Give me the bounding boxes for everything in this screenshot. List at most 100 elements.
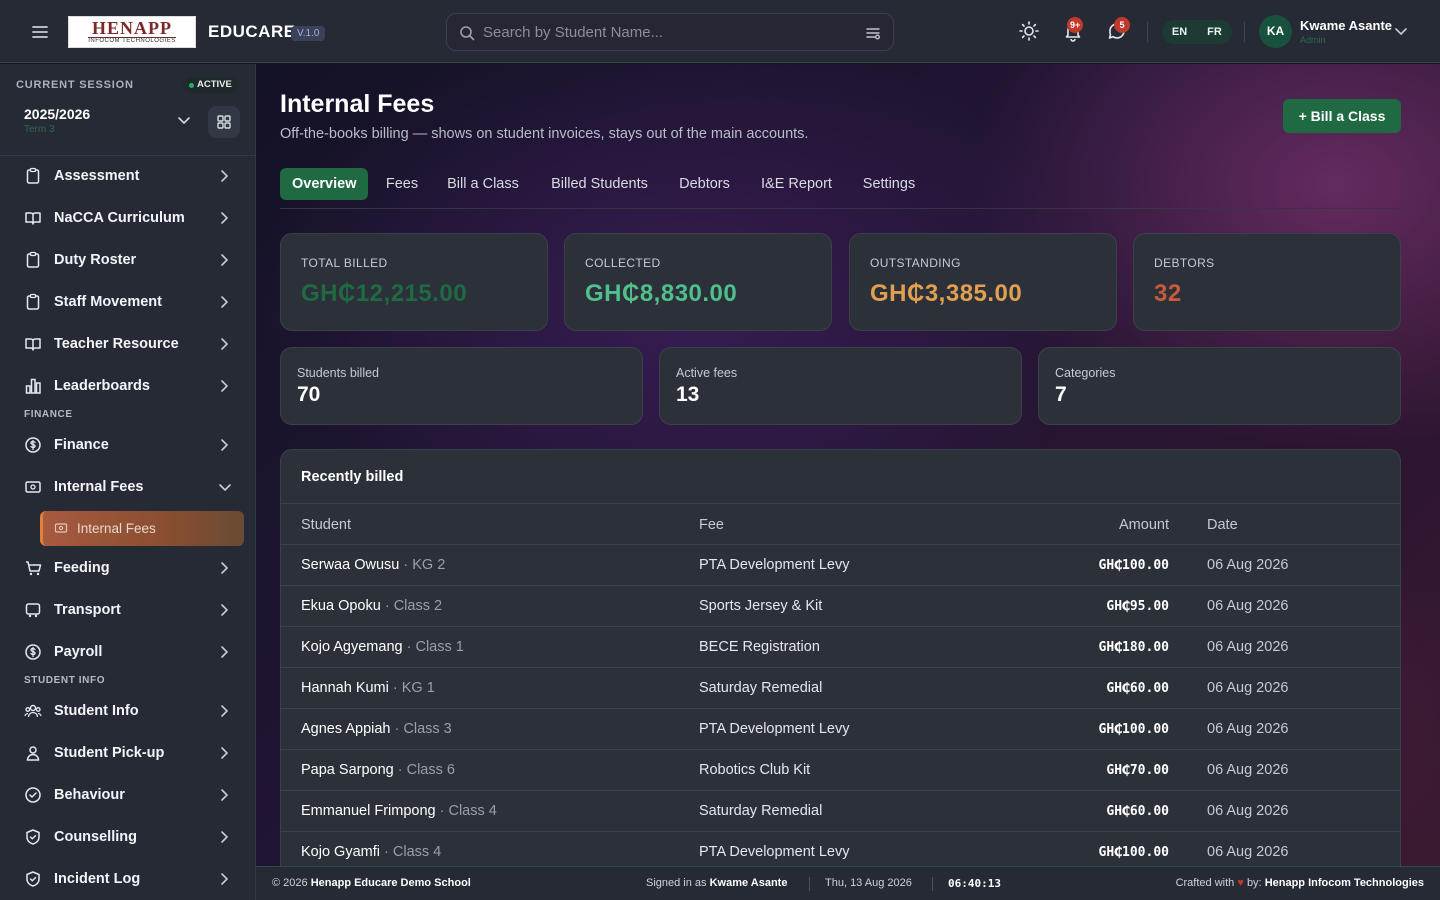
student-name: Hannah Kumi [301, 680, 389, 696]
sidebar-item-label: Behaviour [54, 787, 125, 803]
lang-fr-button[interactable]: FR [1197, 26, 1232, 38]
divider [1244, 22, 1245, 42]
lang-en-button[interactable]: EN [1162, 26, 1197, 38]
avatar[interactable]: KA [1259, 15, 1292, 48]
date-cell: 06 Aug 2026 [1207, 721, 1289, 737]
chevron-right-icon [218, 169, 230, 183]
sidebar-item-student-info[interactable]: Student Info [12, 693, 244, 729]
table-row[interactable]: Emmanuel Frimpong · Class 4 Saturday Rem… [281, 790, 1400, 831]
table-row[interactable]: Ekua Opoku · Class 2 Sports Jersey & Kit… [281, 585, 1400, 626]
table-row[interactable]: Agnes Appiah · Class 3 PTA Development L… [281, 708, 1400, 749]
table-row[interactable]: Kojo Agyemang · Class 1 BECE Registratio… [281, 626, 1400, 667]
apps-grid-button[interactable] [208, 106, 240, 138]
menu-icon[interactable] [28, 20, 52, 44]
logo[interactable]: HENAPP INFOCOM TECHNOLOGIES [68, 16, 196, 48]
session-chevron-down-icon[interactable] [177, 115, 191, 127]
divider [1147, 22, 1148, 42]
student-cell: Ekua Opoku · Class 2 [301, 598, 442, 614]
student-cell: Hannah Kumi · KG 1 [301, 680, 435, 696]
chevron-right-icon [218, 337, 230, 351]
table-row[interactable]: Hannah Kumi · KG 1 Saturday Remedial GH₵… [281, 667, 1400, 708]
fee-cell: PTA Development Levy [699, 721, 850, 737]
sidebar-item-internal-fees[interactable]: Internal Fees [12, 469, 244, 505]
user-menu-chevron-down-icon[interactable] [1394, 26, 1408, 38]
tab-billed-students[interactable]: Billed Students [548, 168, 651, 200]
sidebar-item-leaderboards[interactable]: Leaderboards [12, 368, 244, 404]
tab-bill-a-class[interactable]: Bill a Class [445, 168, 521, 200]
date-cell: 06 Aug 2026 [1207, 762, 1289, 778]
fee-cell: BECE Registration [699, 639, 820, 655]
filter-icon[interactable] [865, 25, 881, 41]
table-row[interactable]: Serwaa Owusu · KG 2 PTA Development Levy… [281, 544, 1400, 585]
sidebar-item-payroll[interactable]: Payroll [12, 634, 244, 670]
grid-icon [217, 115, 231, 129]
sidebar-item-staff-movement[interactable]: Staff Movement [12, 284, 244, 320]
sidebar-item-counselling[interactable]: Counselling [12, 819, 244, 855]
app-name: EDUCARE [208, 22, 296, 41]
footer: © 2026 Henapp Educare Demo School Signed… [256, 866, 1440, 900]
stat-card-outstanding: OUTSTANDING GH₵3,385.00 [849, 233, 1117, 331]
column-header-amount: Amount [1119, 517, 1169, 533]
sidebar-item-label: Payroll [54, 644, 103, 660]
chevron-right-icon [218, 211, 230, 225]
stat-card-collected: COLLECTED GH₵8,830.00 [564, 233, 832, 331]
sidebar-item-feeding[interactable]: Feeding [12, 550, 244, 586]
user-icon [24, 744, 42, 762]
tab-debtors[interactable]: Debtors [677, 168, 732, 200]
fee-cell: PTA Development Levy [699, 557, 850, 573]
date-cell: 06 Aug 2026 [1207, 557, 1289, 573]
mini-stat-label: Categories [1055, 366, 1116, 380]
theme-toggle-sun-icon[interactable] [1018, 20, 1040, 42]
tab-fees[interactable]: Fees [382, 168, 422, 200]
amount-cell: GH₵100.00 [1098, 845, 1169, 860]
sidebar-item-label: Internal Fees [54, 479, 144, 495]
bill-a-class-button[interactable]: + Bill a Class [1283, 99, 1401, 133]
chevron-right-icon [218, 645, 230, 659]
table-row[interactable]: Kojo Gyamfi · Class 4 PTA Development Le… [281, 831, 1400, 866]
bar-chart-icon [24, 377, 42, 395]
date-cell: 06 Aug 2026 [1207, 680, 1289, 696]
divider [809, 877, 810, 891]
user-name[interactable]: Kwame Asante [1300, 18, 1392, 33]
signed-in-prefix: Signed in as [646, 877, 707, 889]
sidebar-item-transport[interactable]: Transport [12, 592, 244, 628]
sidebar-item-teacher-resource[interactable]: Teacher Resource [12, 326, 244, 362]
student-class: · KG 2 [403, 557, 446, 573]
mini-card-students-billed: Students billed 70 [280, 347, 643, 425]
tab-overview[interactable]: Overview [280, 168, 368, 200]
table-row[interactable]: Papa Sarpong · Class 6 Robotics Club Kit… [281, 749, 1400, 790]
amount-cell: GH₵95.00 [1106, 599, 1169, 614]
crafted-by: by: [1246, 877, 1262, 889]
student-class: · KG 1 [392, 680, 435, 696]
stat-card-debtors: DEBTORS 32 [1133, 233, 1401, 331]
sidebar-item-label: Student Pick-up [54, 745, 165, 761]
sidebar-item-assessment[interactable]: Assessment [12, 158, 244, 194]
tab-settings[interactable]: Settings [860, 168, 918, 200]
mini-stat-label: Active fees [676, 366, 738, 380]
company-name[interactable]: Henapp Infocom Technologies [1265, 877, 1424, 889]
footer-date: Thu, 13 Aug 2026 [825, 877, 912, 889]
tab-ie-report[interactable]: I&E Report [760, 168, 833, 200]
chevron-right-icon [218, 746, 230, 760]
top-bar: HENAPP INFOCOM TECHNOLOGIES EDUCARE V.1.… [0, 0, 1440, 63]
sidebar-item-label: Assessment [54, 168, 140, 184]
student-name: Kojo Gyamfi [301, 844, 380, 860]
sidebar-item-duty-roster[interactable]: Duty Roster [12, 242, 244, 278]
chevron-right-icon [218, 830, 230, 844]
sidebar-item-incident-log[interactable]: Incident Log [12, 861, 244, 897]
stat-value: GH₵8,830.00 [585, 280, 738, 307]
sidebar-item-student-pickup[interactable]: Student Pick-up [12, 735, 244, 771]
column-header-student: Student [301, 517, 351, 533]
chevron-right-icon [218, 561, 230, 575]
student-cell: Agnes Appiah · Class 3 [301, 721, 452, 737]
sidebar-item-finance[interactable]: Finance [12, 427, 244, 463]
footer-credits: Crafted with ♥ by: Henapp Infocom Techno… [1176, 877, 1424, 889]
sidebar-section-student-info: STUDENT INFO [24, 675, 106, 686]
search-input[interactable] [483, 22, 863, 42]
sidebar-item-label: Incident Log [54, 871, 141, 887]
student-class: · Class 6 [397, 762, 455, 778]
sidebar-item-nacca-curriculum[interactable]: NaCCA Curriculum [12, 200, 244, 236]
sidebar-item-behaviour[interactable]: Behaviour [12, 777, 244, 813]
date-cell: 06 Aug 2026 [1207, 803, 1289, 819]
sidebar-subitem-internal-fees[interactable]: Internal Fees [40, 511, 244, 546]
